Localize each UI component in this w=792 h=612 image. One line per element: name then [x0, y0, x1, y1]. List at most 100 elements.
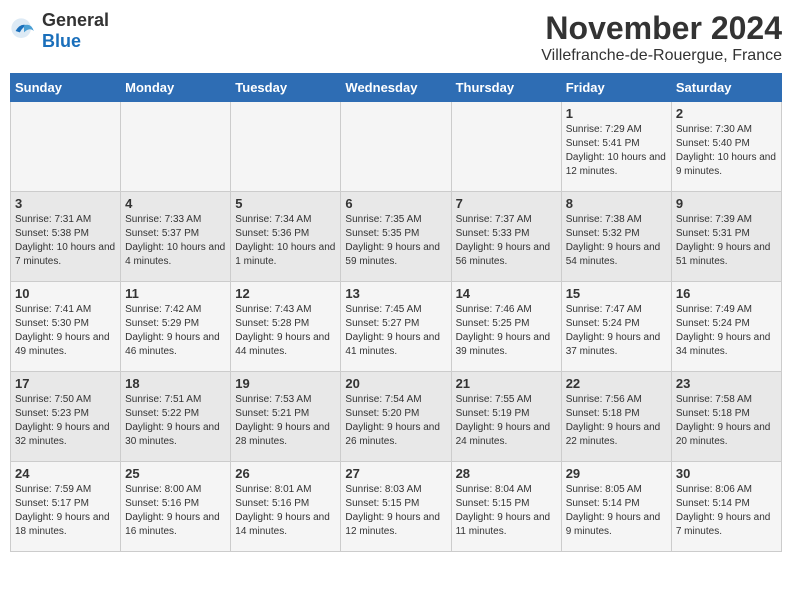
- calendar-cell: 5 Sunrise: 7:34 AM Sunset: 5:36 PM Daylig…: [231, 192, 341, 282]
- day-info: Sunrise: 7:43 AM Sunset: 5:28 PM Dayligh…: [235, 303, 336, 359]
- day-info: Sunrise: 7:49 AM Sunset: 5:24 PM Dayligh…: [676, 303, 777, 359]
- day-info: Sunrise: 7:30 AM Sunset: 5:40 PM Dayligh…: [676, 123, 777, 179]
- day-number: 13: [345, 286, 446, 301]
- day-info: Sunrise: 7:46 AM Sunset: 5:25 PM Dayligh…: [456, 303, 557, 359]
- calendar-cell: [341, 102, 451, 192]
- calendar-cell: 20 Sunrise: 7:54 AM Sunset: 5:20 PM Dayli…: [341, 372, 451, 462]
- day-info: Sunrise: 7:29 AM Sunset: 5:41 PM Dayligh…: [566, 123, 667, 179]
- calendar-cell: 28 Sunrise: 8:04 AM Sunset: 5:15 PM Dayli…: [451, 462, 561, 552]
- day-number: 11: [125, 286, 226, 301]
- day-number: 19: [235, 376, 336, 391]
- day-number: 18: [125, 376, 226, 391]
- logo-icon: [10, 17, 38, 45]
- day-number: 5: [235, 196, 336, 211]
- calendar-cell: 21 Sunrise: 7:55 AM Sunset: 5:19 PM Dayli…: [451, 372, 561, 462]
- page-header: General Blue November 2024 Villefranche-…: [10, 10, 782, 65]
- day-number: 25: [125, 466, 226, 481]
- day-info: Sunrise: 7:56 AM Sunset: 5:18 PM Dayligh…: [566, 393, 667, 449]
- calendar-cell: 30 Sunrise: 8:06 AM Sunset: 5:14 PM Dayli…: [671, 462, 781, 552]
- calendar-cell: 24 Sunrise: 7:59 AM Sunset: 5:17 PM Dayli…: [11, 462, 121, 552]
- calendar-cell: 18 Sunrise: 7:51 AM Sunset: 5:22 PM Dayli…: [121, 372, 231, 462]
- calendar-cell: 22 Sunrise: 7:56 AM Sunset: 5:18 PM Dayli…: [561, 372, 671, 462]
- day-number: 10: [15, 286, 116, 301]
- day-number: 24: [15, 466, 116, 481]
- calendar-cell: 8 Sunrise: 7:38 AM Sunset: 5:32 PM Daylig…: [561, 192, 671, 282]
- day-info: Sunrise: 7:35 AM Sunset: 5:35 PM Dayligh…: [345, 213, 446, 269]
- day-number: 20: [345, 376, 446, 391]
- calendar-cell: 12 Sunrise: 7:43 AM Sunset: 5:28 PM Dayli…: [231, 282, 341, 372]
- day-number: 28: [456, 466, 557, 481]
- day-number: 17: [15, 376, 116, 391]
- week-row-0: 1 Sunrise: 7:29 AM Sunset: 5:41 PM Daylig…: [11, 102, 782, 192]
- day-number: 7: [456, 196, 557, 211]
- week-row-1: 3 Sunrise: 7:31 AM Sunset: 5:38 PM Daylig…: [11, 192, 782, 282]
- day-number: 26: [235, 466, 336, 481]
- day-number: 29: [566, 466, 667, 481]
- calendar-cell: 2Sunrise: 7:30 AM Sunset: 5:40 PM Daylig…: [671, 102, 781, 192]
- header-wednesday: Wednesday: [341, 74, 451, 102]
- day-info: Sunrise: 7:47 AM Sunset: 5:24 PM Dayligh…: [566, 303, 667, 359]
- logo-blue: Blue: [42, 31, 81, 51]
- day-info: Sunrise: 7:53 AM Sunset: 5:21 PM Dayligh…: [235, 393, 336, 449]
- day-info: Sunrise: 7:34 AM Sunset: 5:36 PM Dayligh…: [235, 213, 336, 269]
- day-info: Sunrise: 7:41 AM Sunset: 5:30 PM Dayligh…: [15, 303, 116, 359]
- day-number: 1: [566, 106, 667, 121]
- day-number: 4: [125, 196, 226, 211]
- day-info: Sunrise: 8:04 AM Sunset: 5:15 PM Dayligh…: [456, 483, 557, 539]
- header-saturday: Saturday: [671, 74, 781, 102]
- day-info: Sunrise: 7:42 AM Sunset: 5:29 PM Dayligh…: [125, 303, 226, 359]
- calendar-cell: 1 Sunrise: 7:29 AM Sunset: 5:41 PM Daylig…: [561, 102, 671, 192]
- calendar-cell: 7 Sunrise: 7:37 AM Sunset: 5:33 PM Daylig…: [451, 192, 561, 282]
- day-info: Sunrise: 8:03 AM Sunset: 5:15 PM Dayligh…: [345, 483, 446, 539]
- day-info: Sunrise: 8:06 AM Sunset: 5:14 PM Dayligh…: [676, 483, 777, 539]
- day-info: Sunrise: 8:01 AM Sunset: 5:16 PM Dayligh…: [235, 483, 336, 539]
- day-info: Sunrise: 8:05 AM Sunset: 5:14 PM Dayligh…: [566, 483, 667, 539]
- day-info: Sunrise: 7:50 AM Sunset: 5:23 PM Dayligh…: [15, 393, 116, 449]
- calendar-table: SundayMondayTuesdayWednesdayThursdayFrid…: [10, 73, 782, 552]
- title-area: November 2024 Villefranche-de-Rouergue, …: [541, 10, 782, 65]
- day-info: Sunrise: 7:58 AM Sunset: 5:18 PM Dayligh…: [676, 393, 777, 449]
- calendar-cell: 3 Sunrise: 7:31 AM Sunset: 5:38 PM Daylig…: [11, 192, 121, 282]
- logo-general: General: [42, 10, 109, 30]
- calendar-cell: 19 Sunrise: 7:53 AM Sunset: 5:21 PM Dayli…: [231, 372, 341, 462]
- header-tuesday: Tuesday: [231, 74, 341, 102]
- calendar-cell: 17 Sunrise: 7:50 AM Sunset: 5:23 PM Dayli…: [11, 372, 121, 462]
- header-thursday: Thursday: [451, 74, 561, 102]
- calendar-cell: 11 Sunrise: 7:42 AM Sunset: 5:29 PM Dayli…: [121, 282, 231, 372]
- calendar-cell: [11, 102, 121, 192]
- day-number: 8: [566, 196, 667, 211]
- calendar-cell: 14 Sunrise: 7:46 AM Sunset: 5:25 PM Dayli…: [451, 282, 561, 372]
- calendar-cell: 9 Sunrise: 7:39 AM Sunset: 5:31 PM Daylig…: [671, 192, 781, 282]
- day-info: Sunrise: 7:37 AM Sunset: 5:33 PM Dayligh…: [456, 213, 557, 269]
- day-info: Sunrise: 7:38 AM Sunset: 5:32 PM Dayligh…: [566, 213, 667, 269]
- day-number: 16: [676, 286, 777, 301]
- week-row-4: 24 Sunrise: 7:59 AM Sunset: 5:17 PM Dayli…: [11, 462, 782, 552]
- day-info: Sunrise: 7:54 AM Sunset: 5:20 PM Dayligh…: [345, 393, 446, 449]
- day-info: Sunrise: 7:55 AM Sunset: 5:19 PM Dayligh…: [456, 393, 557, 449]
- calendar-cell: 4Sunrise: 7:33 AM Sunset: 5:37 PM Daylig…: [121, 192, 231, 282]
- day-info: Sunrise: 7:51 AM Sunset: 5:22 PM Dayligh…: [125, 393, 226, 449]
- day-info: Sunrise: 7:59 AM Sunset: 5:17 PM Dayligh…: [15, 483, 116, 539]
- day-number: 22: [566, 376, 667, 391]
- logo: General Blue: [10, 10, 109, 52]
- calendar-cell: 13 Sunrise: 7:45 AM Sunset: 5:27 PM Dayli…: [341, 282, 451, 372]
- calendar-cell: 10 Sunrise: 7:41 AM Sunset: 5:30 PM Dayli…: [11, 282, 121, 372]
- day-number: 21: [456, 376, 557, 391]
- day-number: 9: [676, 196, 777, 211]
- day-number: 12: [235, 286, 336, 301]
- day-info: Sunrise: 7:39 AM Sunset: 5:31 PM Dayligh…: [676, 213, 777, 269]
- calendar-cell: 23Sunrise: 7:58 AM Sunset: 5:18 PM Dayli…: [671, 372, 781, 462]
- day-number: 30: [676, 466, 777, 481]
- day-info: Sunrise: 7:31 AM Sunset: 5:38 PM Dayligh…: [15, 213, 116, 269]
- day-number: 14: [456, 286, 557, 301]
- calendar-cell: 16 Sunrise: 7:49 AM Sunset: 5:24 PM Dayli…: [671, 282, 781, 372]
- day-info: Sunrise: 7:45 AM Sunset: 5:27 PM Dayligh…: [345, 303, 446, 359]
- header-sunday: Sunday: [11, 74, 121, 102]
- calendar-cell: 29 Sunrise: 8:05 AM Sunset: 5:14 PM Dayli…: [561, 462, 671, 552]
- subtitle: Villefranche-de-Rouergue, France: [541, 47, 782, 65]
- calendar-header-row: SundayMondayTuesdayWednesdayThursdayFrid…: [11, 74, 782, 102]
- header-friday: Friday: [561, 74, 671, 102]
- day-number: 3: [15, 196, 116, 211]
- day-info: Sunrise: 8:00 AM Sunset: 5:16 PM Dayligh…: [125, 483, 226, 539]
- calendar-cell: [121, 102, 231, 192]
